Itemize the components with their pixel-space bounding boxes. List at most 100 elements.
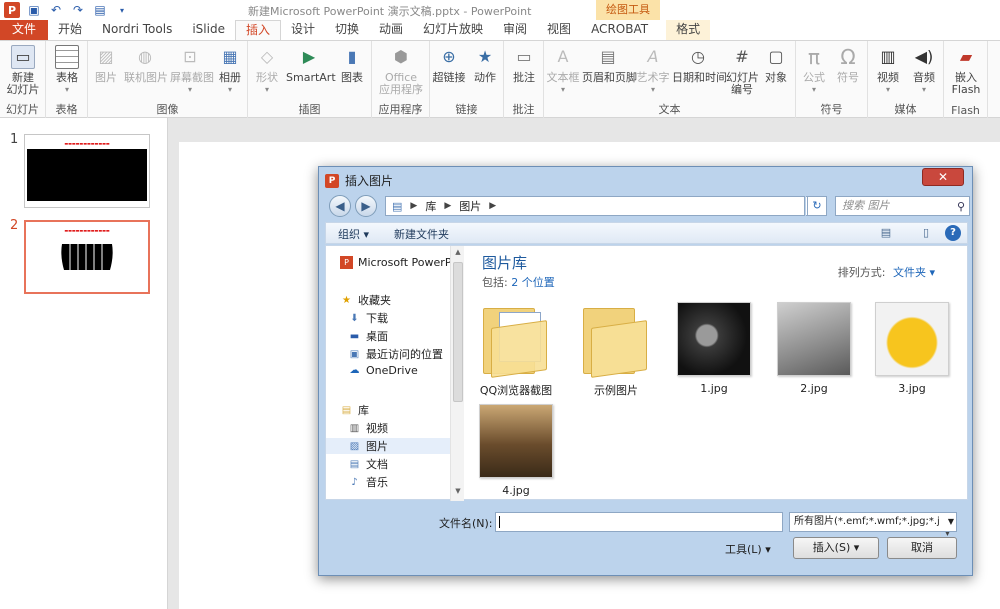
address-bar[interactable]: ▤ ▶ 库 ▶ 图片 ▶ [385, 196, 805, 216]
save-icon[interactable]: ▣ [26, 2, 42, 18]
nav-item-powerpoint[interactable]: P Microsoft PowerP [340, 256, 451, 269]
redo-icon[interactable]: ↷ [70, 2, 86, 18]
slide-thumbnail-1[interactable]: ▬▬▬▬▬▬▬▬▬▬▬▬ [24, 134, 150, 208]
tab-home[interactable]: 开始 [48, 20, 92, 40]
table-button[interactable]: 表格 ▾ [52, 45, 82, 96]
image-thumbnail [479, 404, 553, 478]
screenshot-icon: ⊡ [183, 47, 197, 66]
online-pictures-button[interactable]: ◍ 联机图片 [124, 45, 168, 84]
powerpoint-small-icon: P [340, 256, 353, 269]
library-includes: 包括: 2 个位置 [482, 276, 555, 289]
dialog-toolbar: 组织 ▾ 新建文件夹 ▤ ▾ ▯ ? [325, 222, 968, 255]
object-button[interactable]: ▢ 对象 [760, 45, 792, 84]
file-item-2-jpg[interactable]: 2.jpg [774, 302, 854, 395]
back-button[interactable]: ◀ [329, 195, 351, 217]
photo-album-button[interactable]: ▦ 相册 ▾ [216, 45, 244, 96]
start-from-beginning-icon[interactable]: ▤ [92, 2, 108, 18]
audio-button[interactable]: ◀) 音频 ▾ [908, 45, 940, 96]
smartart-button[interactable]: ▶ SmartArt [286, 45, 336, 84]
tab-format[interactable]: 格式 [666, 20, 711, 40]
comment-button[interactable]: ▭ 批注 [508, 45, 540, 84]
new-folder-button[interactable]: 新建文件夹 [394, 226, 449, 242]
close-button[interactable]: ✕ [922, 168, 964, 186]
help-icon[interactable]: ? [945, 225, 961, 241]
group-comments: ▭ 批注 批注 [504, 41, 544, 119]
nav-item-documents[interactable]: ▤ 文档 [348, 456, 388, 472]
filename-input[interactable]: ▼ [495, 512, 951, 544]
tab-review[interactable]: 审阅 [493, 20, 537, 40]
search-input[interactable]: 搜索 图片 ⚲ [835, 196, 970, 216]
nav-item-videos[interactable]: ▥ 视频 [348, 420, 388, 436]
tab-transitions[interactable]: 切换 [325, 20, 369, 40]
tab-insert[interactable]: 插入 [234, 20, 281, 40]
shapes-button[interactable]: ◇ 形状 ▾ [252, 45, 282, 96]
folder-icon [579, 302, 653, 378]
nav-item-recent[interactable]: ▣ 最近访问的位置 [348, 346, 443, 362]
wordart-button[interactable]: A 艺术字 ▾ [636, 45, 670, 96]
tab-nordri-tools[interactable]: Nordri Tools [92, 20, 182, 40]
scroll-down-icon[interactable]: ▼ [451, 487, 465, 499]
view-options-icon[interactable]: ▤ ▾ [877, 225, 895, 255]
equation-button[interactable]: π 公式 ▾ [798, 45, 830, 96]
date-time-button[interactable]: ◷ 日期和时间 [672, 45, 727, 84]
tab-file[interactable]: 文件 [0, 20, 48, 40]
file-item-4-jpg[interactable]: 4.jpg [476, 404, 556, 497]
textbox-button[interactable]: A 文本框 ▾ [546, 45, 580, 96]
breadcrumb-library[interactable]: 库 [425, 198, 436, 214]
breadcrumb-separator: ▶ [410, 201, 418, 211]
nav-scrollbar[interactable]: ▲ ▼ [450, 246, 464, 501]
file-type-filter[interactable]: 所有图片(*.emf;*.wmf;*.jpg;*.j ▼ [789, 512, 957, 532]
tab-slideshow[interactable]: 幻灯片放映 [413, 20, 493, 40]
tab-view[interactable]: 视图 [537, 20, 581, 40]
forward-button[interactable]: ▶ [355, 195, 377, 217]
nav-item-pictures[interactable]: ▨ 图片 [326, 438, 450, 454]
header-footer-button[interactable]: ▤ 页眉和页脚 [582, 45, 637, 84]
tools-button[interactable]: 工具(L) ▾ [725, 541, 771, 557]
insert-button[interactable]: 插入(S) ▾ [793, 537, 879, 559]
nav-item-onedrive[interactable]: ☁ OneDrive [348, 364, 418, 377]
undo-icon[interactable]: ↶ [48, 2, 64, 18]
tab-design[interactable]: 设计 [281, 20, 325, 40]
nav-item-favorites[interactable]: ★ 收藏夹 [340, 292, 391, 308]
group-slides: ▭ 新建 幻灯片 幻灯片 [0, 41, 46, 119]
image-thumbnail [777, 302, 851, 376]
tab-acrobat[interactable]: ACROBAT [581, 20, 658, 40]
symbol-button[interactable]: Ω 符号 [832, 45, 864, 84]
screenshot-button[interactable]: ⊡ 屏幕截图 ▾ [170, 45, 214, 96]
file-item-sample-pictures[interactable]: 示例图片 [576, 302, 656, 398]
breadcrumb-pictures[interactable]: 图片 [459, 198, 481, 214]
nav-item-downloads[interactable]: ⬇ 下载 [348, 310, 388, 326]
tab-animations[interactable]: 动画 [369, 20, 413, 40]
file-item-3-jpg[interactable]: 3.jpg [872, 302, 952, 395]
preview-pane-icon[interactable]: ▯ [917, 225, 935, 241]
scrollbar-thumb[interactable] [453, 262, 463, 402]
hyperlink-button[interactable]: ⊕ 超链接 [432, 45, 466, 84]
slide-number-button[interactable]: # 幻灯片 编号 [726, 45, 759, 96]
chart-button[interactable]: ▮ 图表 [338, 45, 366, 84]
refresh-button[interactable]: ↻ [807, 196, 827, 216]
organize-button[interactable]: 组织 ▾ [338, 226, 369, 242]
group-symbols: π 公式 ▾ Ω 符号 符号 [796, 41, 868, 119]
online-pictures-icon: ◍ [138, 47, 152, 66]
scroll-up-icon[interactable]: ▲ [451, 248, 465, 260]
action-button[interactable]: ★ 动作 [470, 45, 500, 84]
file-item-qq-screenshots[interactable]: QQ浏览器截图 [476, 302, 556, 398]
library-locations-link[interactable]: 2 个位置 [511, 276, 555, 289]
picture-icon: ▨ [98, 47, 114, 66]
customize-qat-icon[interactable]: ▾ [114, 2, 130, 18]
nav-item-libraries[interactable]: ▤ 库 [340, 402, 369, 418]
new-slide-button[interactable]: ▭ 新建 幻灯片 [4, 45, 42, 96]
video-icon: ▥ [880, 47, 896, 66]
video-button[interactable]: ▥ 视频 ▾ [872, 45, 904, 96]
file-item-1-jpg[interactable]: 1.jpg [674, 302, 754, 395]
sort-by-dropdown[interactable]: 文件夹 ▾ [893, 266, 935, 279]
office-apps-button[interactable]: ⬢ Office 应用程序 [376, 45, 426, 96]
nav-item-desktop[interactable]: ▬ 桌面 [348, 328, 388, 344]
tab-islide[interactable]: iSlide [182, 20, 235, 40]
embed-flash-button[interactable]: ▰ 嵌入 Flash [948, 45, 984, 96]
slide-thumbnail-2[interactable]: ▬▬▬▬▬▬▬▬▬▬▬▬ [24, 220, 150, 294]
nav-item-music[interactable]: ♪ 音乐 [348, 474, 388, 490]
cancel-button[interactable]: 取消 [887, 537, 957, 559]
videos-icon: ▥ [349, 422, 360, 434]
picture-button[interactable]: ▨ 图片 [92, 45, 120, 84]
